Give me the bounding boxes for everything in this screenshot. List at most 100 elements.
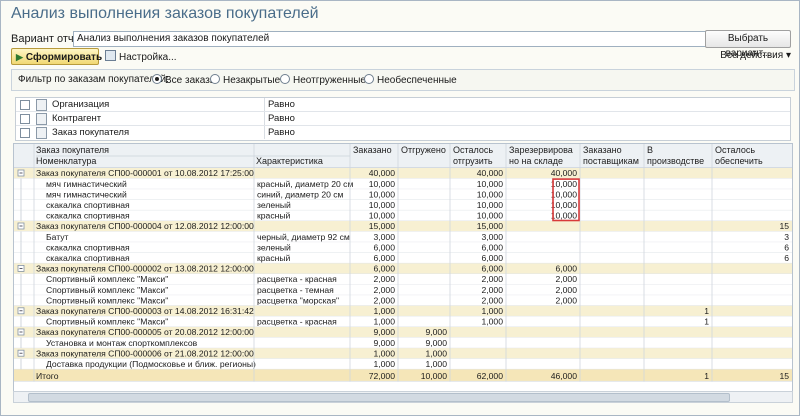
radio-selected-icon — [152, 74, 162, 84]
radio-unprovided[interactable]: Необеспеченные — [364, 74, 457, 86]
cell-reserved: 6,000 — [555, 264, 577, 274]
cell-ordered: 9,000 — [373, 338, 395, 348]
window-title: Анализ выполнения заказов покупателей — [11, 5, 319, 22]
cell-shipped: 1,000 — [425, 359, 447, 369]
order-name: Заказ покупателя СП00-000002 от 13.08.20… — [36, 264, 254, 274]
settings-button[interactable]: Настройка... — [105, 50, 177, 64]
horizontal-scrollbar[interactable] — [13, 391, 793, 403]
param-name: Заказ покупателя — [52, 127, 130, 138]
order-name: Заказ покупателя СП00-000005 от 20.08.20… — [36, 327, 254, 337]
item-name: Доставка продукции (Подмосковье и ближ. … — [46, 359, 256, 369]
cell-reserved: 2,000 — [555, 295, 577, 305]
parameters-panel: Организация Равно Контрагент Равно Заказ… — [15, 97, 791, 141]
cell-ordered: 3,000 — [373, 232, 395, 242]
cell-remaining: 6,000 — [481, 242, 503, 252]
scrollbar-thumb[interactable] — [28, 393, 730, 402]
radio-label: Незакрытые — [223, 75, 281, 86]
choose-variant-button[interactable]: Выбрать вариант... — [705, 30, 791, 59]
radio-label: Неотгруженные — [293, 75, 366, 86]
item-name: Спортивный комплекс "Макси" — [46, 295, 168, 305]
radio-icon — [364, 74, 374, 84]
cell-shipped: 1,000 — [425, 348, 447, 358]
item-name: скакалка спортивная — [46, 242, 130, 252]
radio-unshipped[interactable]: Неотгруженные — [280, 74, 366, 86]
item-characteristic: зеленый — [257, 200, 291, 210]
checkbox[interactable] — [20, 128, 30, 138]
all-actions-label: Все действия — [720, 50, 784, 61]
param-name: Контрагент — [52, 113, 102, 124]
column-header-prov: Осталось — [715, 145, 755, 155]
cell-remaining: 3,000 — [481, 232, 503, 242]
item-name: мяч гимнастический — [46, 189, 127, 199]
cell-reserved: 10,000 — [551, 179, 578, 189]
item-characteristic: красный — [257, 253, 291, 263]
table-row — [14, 199, 792, 211]
cell-reserved: 46,000 — [551, 371, 578, 381]
cell-reserved: 40,000 — [551, 168, 578, 178]
column-header-characteristic: Характеристика — [256, 156, 323, 166]
column-header-prod-line2: производстве — [647, 156, 704, 166]
param-row[interactable]: Заказ покупателя Равно — [16, 126, 790, 139]
cell-remaining: 10,000 — [477, 189, 504, 199]
cell-ordered: 15,000 — [369, 221, 396, 231]
cell-remaining: 62,000 — [477, 371, 504, 381]
order-name: Заказ покупателя СП00-000003 от 14.08.20… — [36, 306, 254, 316]
checkbox[interactable] — [20, 114, 30, 124]
order-name: Заказ покупателя СП00-000004 от 12.08.20… — [36, 221, 254, 231]
checkbox[interactable] — [20, 100, 30, 110]
cell-production: 1 — [704, 317, 709, 327]
param-condition[interactable]: Равно — [268, 98, 295, 111]
column-header-res: Зарезервирова — [509, 145, 573, 155]
cell-provide: 6 — [784, 253, 789, 263]
variant-field[interactable]: Анализ выполнения заказов покупателей — [73, 31, 706, 47]
cell-shipped: 10,000 — [421, 371, 448, 381]
variant-row: Вариант отчета: Анализ выполнения заказо… — [11, 30, 791, 59]
item-characteristic: расцветка "морская" — [257, 295, 339, 305]
item-characteristic: синий, диаметр 20 см — [257, 189, 344, 199]
cell-remaining: 10,000 — [477, 200, 504, 210]
report-table[interactable]: Заказ покупателя Номенклатура Характеристи… — [13, 143, 793, 392]
total-row — [14, 369, 792, 382]
table-row — [14, 178, 792, 190]
item-name: Спортивный комплекс "Макси" — [46, 274, 168, 284]
item-name: скакалка спортивная — [46, 253, 130, 263]
item-characteristic: расцветка - красная — [257, 274, 337, 284]
column-header-sup: Заказано — [583, 145, 622, 155]
cell-ordered: 2,000 — [373, 274, 395, 284]
table-row — [14, 242, 792, 253]
filter-label: Фильтр по заказам покупателей: — [18, 74, 169, 85]
cell-provide: 15 — [779, 371, 789, 381]
generate-button[interactable]: ▶ Сформировать — [11, 48, 102, 65]
cell-remaining: 6,000 — [481, 264, 503, 274]
param-name: Организация — [52, 99, 110, 110]
cell-ordered: 9,000 — [373, 327, 395, 337]
cell-remaining: 10,000 — [477, 211, 504, 221]
column-header-ordered: Заказано — [353, 145, 392, 155]
column-header-res-line2: но на складе — [509, 156, 563, 166]
param-condition[interactable]: Равно — [268, 126, 295, 139]
all-actions-menu[interactable]: Все действия ▾ — [720, 50, 791, 61]
radio-all-orders[interactable]: Все заказы — [152, 74, 217, 86]
cell-provide: 6 — [784, 242, 789, 252]
param-condition[interactable]: Равно — [268, 112, 295, 125]
cell-remaining: 2,000 — [481, 295, 503, 305]
cell-ordered: 2,000 — [373, 285, 395, 295]
radio-icon — [210, 74, 220, 84]
cell-reserved: 10,000 — [551, 211, 578, 221]
item-name: скакалка спортивная — [46, 200, 130, 210]
cell-provide: 15 — [779, 221, 789, 231]
cell-ordered: 10,000 — [369, 189, 396, 199]
radio-unclosed[interactable]: Незакрытые — [210, 74, 280, 86]
table-row — [14, 210, 792, 221]
play-icon: ▶ — [16, 52, 23, 62]
column-header-rem: Осталось — [453, 145, 493, 155]
param-row[interactable]: Контрагент Равно — [16, 112, 790, 126]
order-name: Заказ покупателя СП00-000006 от 21.08.20… — [36, 348, 254, 358]
cell-ordered: 2,000 — [373, 295, 395, 305]
cell-ordered: 72,000 — [369, 371, 396, 381]
cell-ordered: 10,000 — [369, 179, 396, 189]
cell-production: 1 — [704, 371, 709, 381]
item-characteristic: черный, диаметр 92 см — [257, 232, 350, 242]
cell-remaining: 1,000 — [481, 306, 503, 316]
param-row[interactable]: Организация Равно — [16, 98, 790, 112]
